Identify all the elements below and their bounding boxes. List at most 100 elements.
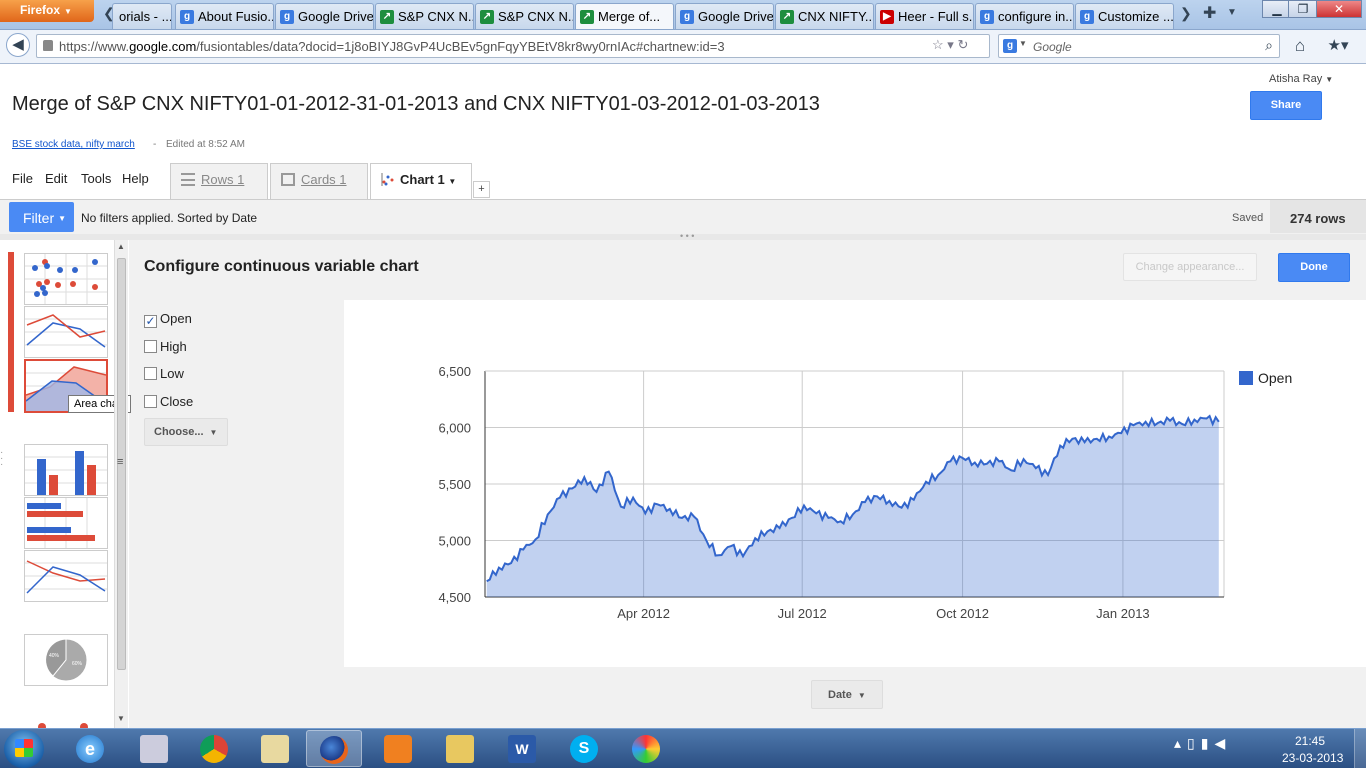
browser-tab[interactable]: ▶ Heer - Full s... [875,3,974,29]
show-hidden-icons-icon[interactable]: ▴ [1174,735,1187,751]
checkbox-checked[interactable]: ✓ [144,315,157,328]
source-table-link[interactable]: BSE stock data, nifty march [12,139,135,150]
x-tick-label: Apr 2012 [617,606,670,621]
clock-date[interactable]: 23-03-2013 [1282,751,1343,765]
browser-tab[interactable]: g Google Drive [675,3,774,29]
search-icon[interactable]: ⌕ [1265,37,1273,54]
folder-icon [446,734,474,763]
history-dropdown-icon[interactable]: ▾ [947,37,954,52]
column-checkbox-low[interactable]: Low [144,366,184,381]
browser-tab[interactable]: g About Fusio... [175,3,274,29]
bar-chart-option[interactable] [24,497,108,549]
url-bar[interactable]: https://www.google.com/fusiontables/data… [36,34,990,58]
google-icon: g [280,10,294,24]
browser-tab[interactable]: g Customize ... [1075,3,1174,29]
choose-columns-button[interactable]: Choose... ▼ [144,418,228,446]
scroll-tabs-right-icon[interactable]: ❯ [1180,5,1192,22]
column-label: Low [160,366,184,381]
taskbar-word[interactable]: W [494,730,550,767]
show-desktop-button[interactable] [1354,729,1366,768]
browser-tab[interactable]: g Google Drive [275,3,374,29]
done-button[interactable]: Done [1278,253,1350,282]
tab-cards-label: Cards 1 [301,172,347,187]
account-menu[interactable]: Atisha Ray ▼ [1269,73,1333,85]
chevron-down-icon[interactable]: ▼ [1019,39,1027,48]
taskbar-internet-explorer[interactable]: e [62,730,118,767]
menu-file[interactable]: File [12,171,33,186]
x-axis-column-button[interactable]: Date ▼ [811,680,883,709]
close-icon[interactable]: ✕ [1316,0,1362,18]
taskbar-paint[interactable] [618,730,674,767]
scroll-up-icon[interactable]: ▲ [117,242,125,251]
browser-tab[interactable]: ↗ S&P CNX N... [375,3,474,29]
taskbar-media-player[interactable] [370,730,426,767]
checkbox[interactable] [144,367,157,380]
sidebar-scrollbar[interactable]: ▲ ≡ ▼ [114,240,128,728]
menu-tools[interactable]: Tools [81,171,111,186]
next-chart-option[interactable] [24,716,108,728]
new-tab-icon[interactable]: ✚ [1203,3,1216,23]
scroll-down-icon[interactable]: ▼ [117,714,125,723]
home-icon[interactable]: ⌂ [1288,35,1312,59]
column-checkbox-open[interactable]: ✓ Open [144,311,192,328]
tab-chart[interactable]: Chart 1 ▼ [370,163,472,201]
checkbox[interactable] [144,395,157,408]
browser-tab[interactable]: ↗ S&P CNX N... [475,3,574,29]
signal-icon[interactable]: ▮ [1201,735,1215,751]
filter-button[interactable]: Filter ▼ [9,202,74,232]
chevron-down-icon: ▼ [58,214,67,223]
taskbar-firefox[interactable] [306,730,362,767]
list-tabs-icon[interactable]: ▼ [1227,7,1237,18]
browser-tab[interactable]: ↗ CNX NIFTY... [775,3,874,29]
line-chart-option[interactable] [24,306,108,358]
taskbar-chrome[interactable] [186,730,242,767]
tab-rows[interactable]: Rows 1 [170,163,268,200]
tab-cards[interactable]: Cards 1 [270,163,368,200]
volume-icon[interactable]: ◀ [1214,735,1231,751]
bookmark-star-icon[interactable]: ☆ [932,37,944,52]
pie-chart-option[interactable]: 40% 60% [24,634,108,686]
column-label: Open [160,311,192,326]
y-tick-label: 4,500 [438,590,471,605]
column-chart-option[interactable] [24,444,108,496]
start-button[interactable] [4,730,44,768]
taskbar-explorer[interactable] [432,730,488,767]
system-tray[interactable]: ▴▯▮◀ [1174,735,1231,752]
share-button[interactable]: Share [1250,91,1322,120]
network-icon[interactable]: ▯ [1187,735,1201,751]
column-checkbox-high[interactable]: High [144,339,187,354]
browser-tab-active[interactable]: ↗ Merge of... [575,3,674,29]
checkbox[interactable] [144,340,157,353]
search-bar[interactable]: g ▼ Google ⌕ [998,34,1280,58]
clock-time[interactable]: 21:45 [1295,734,1325,748]
user-name-label: Atisha Ray [1269,73,1323,85]
chevron-down-icon: ▼ [209,428,218,437]
word-icon: W [508,734,536,763]
menu-help[interactable]: Help [122,171,149,186]
bookmarks-menu-icon[interactable]: ★▾ [1326,35,1350,59]
restore-icon[interactable]: ❐ [1288,0,1318,18]
taskbar-computer[interactable] [126,730,182,767]
scatter-chart-option[interactable] [24,253,108,305]
taskbar-app[interactable] [247,730,303,767]
tab-title: configure in... [998,9,1074,24]
tab-title: Heer - Full s... [898,9,974,24]
chevron-down-icon[interactable]: ▼ [448,177,456,186]
back-arrow-icon[interactable]: ◀ [6,33,30,57]
change-appearance-button[interactable]: Change appearance... [1123,253,1257,281]
taskbar-skype[interactable]: S [556,730,612,767]
search-placeholder: Google [1033,40,1072,54]
cards-icon [281,173,295,186]
google-icon: g [180,10,194,24]
firefox-menu-label: Firefox [20,3,61,17]
menu-edit[interactable]: Edit [45,171,67,186]
reload-icon[interactable]: ↻ [957,37,968,52]
browser-tab[interactable]: orials - ... [112,3,172,29]
add-tab-button[interactable]: + [473,181,490,198]
stepped-line-chart-option[interactable] [24,550,108,602]
firefox-menu-button[interactable]: Firefox ▼ [0,0,94,22]
browser-tab[interactable]: g configure in... [975,3,1074,29]
tab-title: S&P CNX N... [398,9,474,24]
drag-grip-icon[interactable]: · · · [0,448,8,470]
column-checkbox-close[interactable]: Close [144,394,193,409]
